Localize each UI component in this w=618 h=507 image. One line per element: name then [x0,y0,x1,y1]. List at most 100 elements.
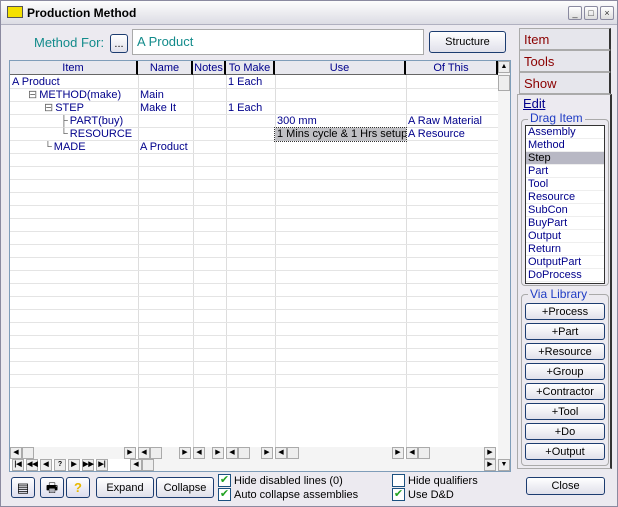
close-window-button[interactable]: × [600,6,614,20]
tab-show[interactable]: Show [519,72,611,94]
column-header-item[interactable]: Item [10,61,138,75]
checkbox-hide-disabled-lines-[interactable]: ✔ Hide disabled lines (0) [218,474,343,487]
columns-icon[interactable]: ▤ [11,477,35,498]
cell-to-make[interactable] [226,89,275,102]
cell-notes[interactable] [193,128,226,141]
scroll-up-arrow[interactable]: ▲ [498,61,510,73]
cell-item[interactable]: └ RESOURCE [58,128,138,141]
scroll-thumb[interactable] [142,459,154,471]
scroll-left-arrow[interactable]: ◀ [226,447,238,459]
drag-item-buypart[interactable]: BuyPart [526,217,604,230]
record-nav-button[interactable]: ▶ [68,459,80,471]
maximize-button[interactable]: □ [584,6,598,20]
minimize-button[interactable]: _ [568,6,582,20]
cell-notes[interactable] [193,141,226,154]
cell-item[interactable]: └ MADE [42,141,138,154]
scroll-thumb[interactable] [22,447,34,459]
checkbox-auto-collapse-assemblies[interactable]: ✔ Auto collapse assemblies [218,488,358,501]
cell-notes[interactable] [193,89,226,102]
cell-of-this[interactable]: A Raw Material [406,115,498,128]
help-icon[interactable]: ? [66,477,90,498]
vertical-scrollbar[interactable] [498,61,510,459]
drag-item-subcon[interactable]: SubCon [526,204,604,217]
column-header-to_make[interactable]: To Make [226,61,275,75]
scroll-left-arrow[interactable]: ◀ [406,447,418,459]
cell-use[interactable] [275,89,406,102]
scroll-right-arrow[interactable]: ▶ [261,447,273,459]
tree-toggle-icon[interactable]: ⊟ [28,89,37,101]
cell-use[interactable]: 300 mm [275,115,406,128]
tree-toggle-icon[interactable]: ⊟ [44,102,53,114]
library-button-do[interactable]: +Do [525,423,605,440]
scroll-down-arrow[interactable]: ▼ [498,459,510,471]
cell-notes[interactable] [193,102,226,115]
cell-use[interactable]: 1 Mins cycle & 1 Hrs setup [274,127,407,142]
library-button-group[interactable]: +Group [525,363,605,380]
library-button-process[interactable]: +Process [525,303,605,320]
record-nav-button[interactable]: |◀ [12,459,24,471]
drag-item-method[interactable]: Method [526,139,604,152]
method-for-input[interactable]: A Product [132,29,424,55]
cell-of-this[interactable]: A Resource [406,128,498,141]
column-header-of_this[interactable]: Of This [406,61,498,75]
drag-item-assembly[interactable]: Assembly [526,126,604,139]
structure-button[interactable]: Structure [429,31,506,53]
scroll-thumb[interactable] [150,447,162,459]
cell-name[interactable]: A Product [138,141,193,154]
drag-item-part[interactable]: Part [526,165,604,178]
scroll-right-arrow[interactable]: ▶ [392,447,404,459]
expand-button[interactable]: Expand [96,477,154,498]
library-button-contractor[interactable]: +Contractor [525,383,605,400]
cell-name[interactable] [138,115,193,128]
cell-use[interactable] [275,76,406,89]
drag-item-outputpart[interactable]: OutputPart [526,256,604,269]
cell-of-this[interactable] [406,89,498,102]
cell-item[interactable]: ⊟ METHOD(make) [26,89,138,102]
column-header-use[interactable]: Use [275,61,406,75]
scroll-right-arrow[interactable]: ▶ [484,447,496,459]
close-button[interactable]: Close [526,477,605,495]
drag-item-resource[interactable]: Resource [526,191,604,204]
cell-use[interactable] [275,102,406,115]
checkbox-box[interactable] [392,474,405,487]
library-button-tool[interactable]: +Tool [525,403,605,420]
cell-name[interactable]: Main [138,89,193,102]
browse-button[interactable]: ... [110,34,128,53]
scroll-left-arrow[interactable]: ◀ [10,447,22,459]
cell-to-make[interactable] [226,128,275,141]
checkbox-box[interactable]: ✔ [218,488,231,501]
drag-item-output[interactable]: Output [526,230,604,243]
scroll-left-arrow[interactable]: ◀ [193,447,205,459]
record-nav-button[interactable]: ? [54,459,66,471]
tab-item[interactable]: Item [519,28,611,50]
drag-item-doprocess[interactable]: DoProcess [526,269,604,282]
scroll-right-arrow[interactable]: ▶ [212,447,224,459]
scroll-left-arrow[interactable]: ◀ [275,447,287,459]
library-button-part[interactable]: +Part [525,323,605,340]
drag-item-return[interactable]: Return [526,243,604,256]
method-grid[interactable]: Item Name Notes To Make Use Of This A Product 1… [9,60,511,472]
cell-to-make[interactable]: 1 Each [226,102,275,115]
drag-item-list[interactable]: Assembly Method Step Part Tool Resource SubCon… [525,125,605,284]
column-header-name[interactable]: Name [138,61,193,75]
record-nav-button[interactable]: ▶| [96,459,108,471]
scroll-thumb[interactable] [238,447,250,459]
checkbox-box[interactable]: ✔ [218,474,231,487]
cell-item[interactable]: A Product [10,76,138,89]
scroll-right-arrow[interactable]: ▶ [484,459,496,471]
collapse-button[interactable]: Collapse [156,477,214,498]
cell-to-make[interactable]: 1 Each [226,76,275,89]
cell-name[interactable] [138,128,193,141]
scroll-thumb[interactable] [418,447,430,459]
library-button-output[interactable]: +Output [525,443,605,460]
scroll-right-arrow[interactable]: ▶ [124,447,136,459]
cell-to-make[interactable] [226,115,275,128]
print-icon[interactable]: 🖶 [40,477,64,498]
record-nav-button[interactable]: ▶▶ [82,459,94,471]
scroll-right-arrow[interactable]: ▶ [179,447,191,459]
checkbox-hide-qualifiers[interactable]: Hide qualifiers [392,474,478,487]
cell-of-this[interactable] [406,102,498,115]
checkbox-use-d-d[interactable]: ✔ Use D&D [392,488,454,501]
cell-notes[interactable] [193,115,226,128]
cell-name[interactable] [138,76,193,89]
